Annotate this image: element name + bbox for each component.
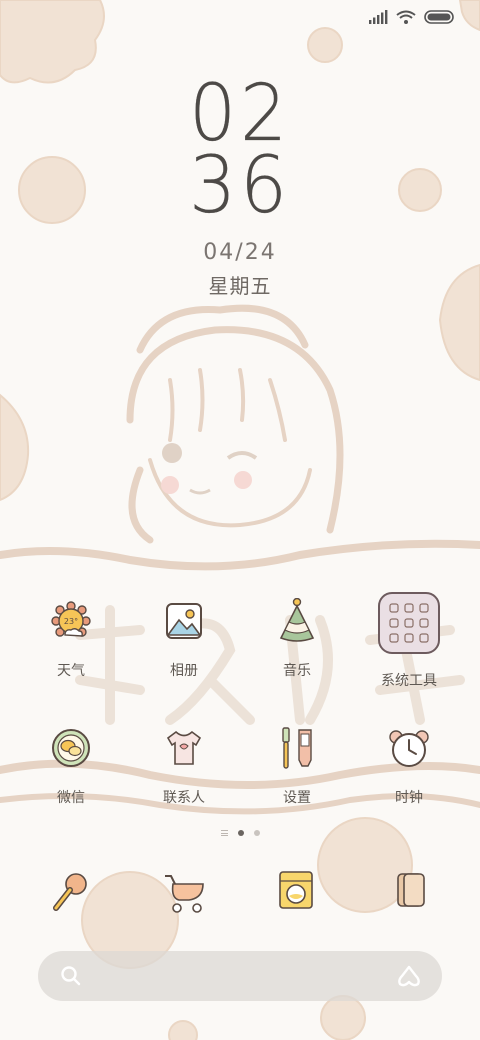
girl-blush [161,476,179,494]
cookie-decoration [0,393,30,502]
app-label: 系统工具 [381,673,437,689]
app-label: 相册 [170,663,198,679]
dock-app-washing-machine[interactable] [266,870,326,914]
cookie-decoration [307,27,343,63]
girl-eye [162,443,182,463]
clock-minute[interactable]: 36 [12,147,468,225]
page-dot[interactable] [253,830,260,836]
app-label: 天气 [57,663,85,679]
gallery-icon [161,598,207,644]
signal-icon [369,10,388,24]
app-label: 时钟 [395,790,423,806]
search-icon[interactable] [60,965,82,987]
dock-app-rattle[interactable] [40,870,100,918]
page-dot-feed[interactable] [220,830,228,836]
clock-weekday: 星期五 [208,274,272,298]
app-system-tools-folder[interactable]: 系统工具 [359,592,459,690]
app-contacts[interactable]: 联系人 [134,725,234,807]
rattle-icon [53,873,87,911]
alarm-clock-icon [386,725,432,771]
app-label: 设置 [283,790,311,806]
dock-app-towel[interactable] [380,870,440,914]
cookie-decoration [320,995,366,1040]
search-bar[interactable] [38,951,442,1001]
girl-wink [226,451,258,460]
app-label: 微信 [57,790,85,806]
app-clock[interactable]: 时钟 [359,725,459,807]
girl-blush [234,471,252,489]
wifi-icon [396,10,416,24]
assistant-icon[interactable] [396,964,422,988]
clock-date: 04/24 [203,240,277,265]
app-label: 音乐 [283,663,311,679]
status-bar [368,10,454,24]
dock-app-stroller[interactable] [152,870,212,918]
page-dot-active[interactable] [237,830,244,836]
clock-hour[interactable]: 02 [12,75,468,153]
weather-sun-icon: 23° [48,598,94,644]
app-gallery[interactable]: 相册 [134,598,234,680]
girl-mouth [189,488,211,495]
app-weather[interactable]: 23° 天气 [21,598,121,680]
party-hat-icon [274,598,320,644]
toothbrush-toothpaste-icon [274,725,320,771]
wechat-icon [48,725,94,771]
app-label: 联系人 [163,790,205,806]
washing-machine-icon [279,871,313,909]
stroller-icon [165,875,204,913]
towel-icon [397,873,425,907]
battery-icon [424,10,454,24]
cookie-decoration [168,1020,198,1040]
app-wechat[interactable]: 微信 [21,725,121,807]
cookie-decoration [458,0,480,32]
page-indicator [0,830,480,836]
baby-onesie-icon [161,725,207,771]
cookie-decoration [0,0,105,84]
app-settings[interactable]: 设置 [247,725,347,807]
weather-temperature: 23° [64,617,78,626]
system-tools-folder-icon [378,592,440,654]
app-music[interactable]: 音乐 [247,598,347,680]
